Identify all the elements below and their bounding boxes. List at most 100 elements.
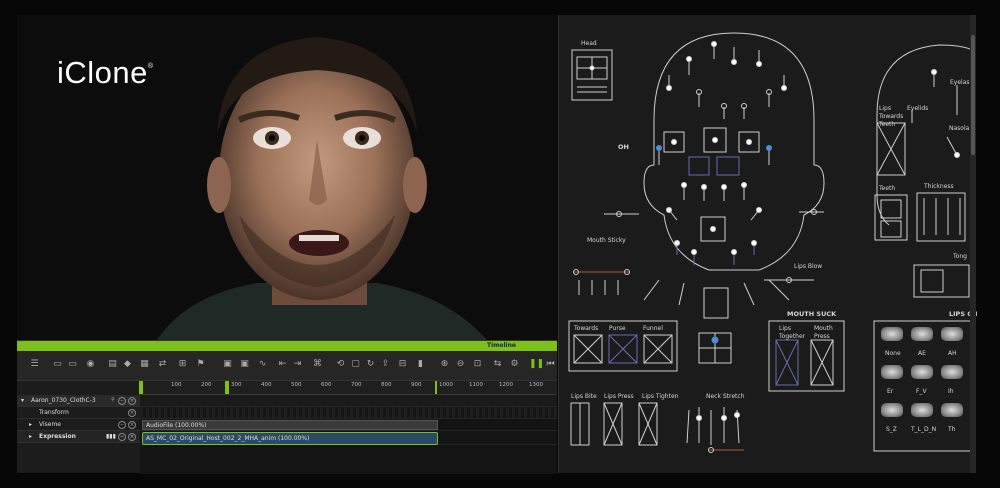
timeline-title: Timeline: [487, 342, 516, 349]
motion-layer-icon[interactable]: ▣: [239, 359, 250, 370]
rig-scrollbar[interactable]: [970, 15, 976, 473]
screen: iClone® Timeline ☰ ▭ ▭ ◉ ▤ ◆ ▦ ⇄ ⊞ ⚑ ▣ ▣…: [0, 0, 1000, 488]
viseme-label: AH: [948, 350, 957, 357]
lane-expression[interactable]: AS_MC_02_Original_Host_002_2_MHA_anim (1…: [140, 431, 557, 445]
link-icon[interactable]: ⟲: [335, 359, 346, 370]
rig-label-lips-together: Lips Together: [779, 325, 806, 340]
playhead[interactable]: [225, 381, 229, 394]
expand-icon[interactable]: ▸: [29, 431, 32, 443]
range-icon[interactable]: ⊞: [177, 359, 188, 370]
rig-label-nasolabial: Nasola: [949, 125, 970, 132]
range-end-marker[interactable]: [435, 381, 437, 394]
expand-icon[interactable]: ▸: [29, 419, 32, 431]
viseme-ae-button[interactable]: [911, 327, 933, 341]
eye-icon[interactable]: ◉: [85, 359, 96, 370]
face-rig-diagram: [568, 32, 971, 453]
track-list: ▾ Aaron_0730_ClothC-3 ⚲ − × Transform × …: [17, 395, 140, 474]
viseme-ih-button[interactable]: [941, 365, 963, 379]
rig-label-tongue: Tong: [953, 253, 967, 260]
split-icon[interactable]: ⇄: [157, 359, 168, 370]
align-right-icon[interactable]: ⇥: [292, 359, 303, 370]
scroll-thumb[interactable]: [971, 35, 975, 155]
skip-start-icon[interactable]: ⏮: [545, 359, 556, 370]
track-label: Aaron_0730_ClothC-3: [31, 397, 96, 404]
track-lanes: AudioFile (100.00%) AS_MC_02_Original_Ho…: [140, 395, 557, 474]
ruler-tick: 600: [321, 382, 332, 388]
fit-icon[interactable]: ⊟: [397, 359, 408, 370]
viseme-label: F_V: [916, 388, 927, 395]
face-rig-panel: Head OH Mouth Sticky Lips Blow MOUTH SUC…: [558, 15, 977, 473]
mute-icon[interactable]: −: [118, 397, 126, 405]
loop-icon[interactable]: ↻: [365, 359, 376, 370]
track-add-icon[interactable]: ▭: [52, 359, 63, 370]
clip-icon[interactable]: ▦: [139, 359, 150, 370]
rig-label-funnel: Funnel: [643, 325, 663, 332]
motion-icon[interactable]: ▣: [222, 359, 233, 370]
timeline-panel: Timeline ☰ ▭ ▭ ◉ ▤ ◆ ▦ ⇄ ⊞ ⚑ ▣ ▣ ∿ ⇤ ⇥ ⌘…: [17, 340, 557, 474]
rig-label-neck-stretch: Neck Stretch: [706, 393, 745, 400]
rig-label-lips-blow: Lips Blow: [794, 263, 823, 270]
marker-icon[interactable]: ▮: [415, 359, 426, 370]
key-icon[interactable]: ⌘: [312, 359, 323, 370]
ruler-tick: 1100: [469, 382, 483, 388]
viseme-label: S_Z: [886, 426, 897, 433]
export-icon[interactable]: ⇪: [380, 359, 391, 370]
viseme-fv-button[interactable]: [911, 365, 933, 379]
mute-icon[interactable]: −: [118, 421, 126, 429]
link-icon[interactable]: ⚲: [109, 397, 117, 405]
flag-icon[interactable]: ⚑: [195, 359, 206, 370]
viseme-label: None: [885, 350, 901, 357]
zoom-fit-icon[interactable]: ⊡: [472, 359, 483, 370]
viseme-th-button[interactable]: [941, 403, 963, 417]
bars-icon[interactable]: ▮▮▮: [106, 431, 116, 443]
ruler-tick: 200: [201, 382, 212, 388]
lane-viseme[interactable]: AudioFile (100.00%): [140, 419, 557, 431]
mute-icon[interactable]: −: [118, 433, 126, 441]
ruler-tick: 500: [291, 382, 302, 388]
viseme-label: Er: [887, 388, 894, 395]
collapse-icon[interactable]: ▾: [21, 395, 24, 407]
curve-icon[interactable]: ∿: [257, 359, 268, 370]
viseme-ah-button[interactable]: [941, 327, 963, 341]
lane-character[interactable]: [140, 395, 557, 407]
viseme-sz-button[interactable]: [881, 403, 903, 417]
rig-label-lips-press: Lips Press: [604, 393, 634, 400]
track-row-expression[interactable]: ▸ Expression ▮▮▮ − ×: [17, 431, 140, 443]
rig-label-eyelids: Eyelids: [907, 105, 929, 112]
rig-label-lips-bite: Lips Bite: [571, 393, 597, 400]
viseme-er-button[interactable]: [881, 365, 903, 379]
viseme-tldn-button[interactable]: [911, 403, 933, 417]
pause-icon[interactable]: ❚❚: [529, 359, 544, 370]
align-icon[interactable]: ⇤: [277, 359, 288, 370]
track-row-viseme[interactable]: ▸ Viseme − ×: [17, 419, 140, 431]
track-label: Expression: [39, 433, 76, 440]
ruler-tick: 700: [351, 382, 362, 388]
filter-icon[interactable]: ▤: [107, 359, 118, 370]
close-icon[interactable]: ×: [128, 409, 136, 417]
zoom-out-icon[interactable]: ⊖: [455, 359, 466, 370]
track-row-character[interactable]: ▾ Aaron_0730_ClothC-3 ⚲ − ×: [17, 395, 140, 407]
lane-transform[interactable]: [140, 407, 557, 419]
frame-icon[interactable]: ▢: [350, 359, 361, 370]
expression-clip[interactable]: AS_MC_02_Original_Host_002_2_MHA_anim (1…: [142, 432, 438, 445]
track-row-transform[interactable]: Transform ×: [17, 407, 140, 419]
range-start-marker[interactable]: [139, 381, 143, 394]
list-icon[interactable]: ☰: [29, 359, 40, 370]
sync-icon[interactable]: ⇆: [492, 359, 503, 370]
close-icon[interactable]: ×: [128, 421, 136, 429]
zoom-icon[interactable]: ⊕: [439, 359, 450, 370]
rig-label-oh: OH: [618, 143, 629, 151]
close-icon[interactable]: ×: [128, 433, 136, 441]
audio-clip[interactable]: AudioFile (100.00%): [142, 420, 438, 430]
viseme-none-button[interactable]: [881, 327, 903, 341]
timeline-ruler[interactable]: 100 200 300 400 500 600 700 800 900 1000…: [139, 381, 557, 395]
close-icon[interactable]: ×: [128, 397, 136, 405]
rig-label-thickness: Thickness: [924, 183, 954, 190]
rig-label-eyelashes: Eyelas: [950, 79, 970, 86]
rig-label-head: Head: [581, 40, 597, 47]
ruler-tick: 400: [261, 382, 272, 388]
track-remove-icon[interactable]: ▭: [67, 359, 78, 370]
keyframe-icon[interactable]: ◆: [122, 359, 133, 370]
ruler-tick: 100: [171, 382, 182, 388]
settings-icon[interactable]: ⚙: [509, 359, 520, 370]
